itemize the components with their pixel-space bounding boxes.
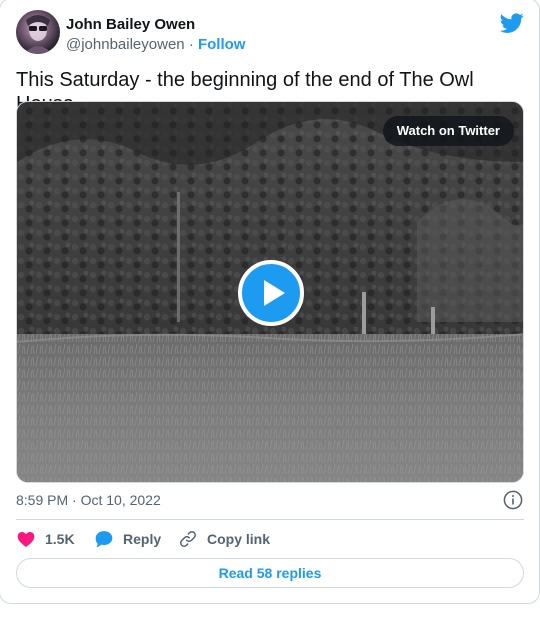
- author-handle[interactable]: @johnbaileyowen: [66, 36, 185, 53]
- link-icon: [180, 531, 196, 547]
- video-player[interactable]: Watch on Twitter: [16, 101, 524, 483]
- reply-button[interactable]: Reply: [94, 527, 161, 551]
- tweet-card: John Bailey Owen @johnbaileyowen · Follo…: [0, 0, 540, 604]
- tweet-timestamp[interactable]: 8:59 PM · Oct 10, 2022: [16, 492, 161, 508]
- divider: [16, 519, 524, 520]
- handle-separator: ·: [188, 36, 194, 53]
- info-icon[interactable]: [503, 490, 523, 510]
- watch-on-twitter-button[interactable]: Watch on Twitter: [382, 116, 514, 146]
- read-replies-button[interactable]: Read 58 replies: [16, 558, 524, 588]
- play-icon[interactable]: [238, 260, 304, 326]
- author-handle-line: @johnbaileyowen · Follow: [66, 36, 245, 53]
- like-button[interactable]: 1.5K: [16, 527, 75, 551]
- reply-bubble-icon: [95, 531, 113, 548]
- heart-icon: [17, 532, 35, 547]
- follow-link[interactable]: Follow: [198, 36, 246, 53]
- reply-label: Reply: [123, 531, 162, 547]
- twitter-bird-icon[interactable]: [500, 11, 524, 35]
- copy-link-button[interactable]: Copy link: [178, 527, 270, 551]
- like-count: 1.5K: [45, 531, 75, 547]
- copy-link-label: Copy link: [207, 531, 271, 547]
- author-display-name[interactable]: John Bailey Owen: [66, 16, 195, 33]
- avatar[interactable]: [16, 10, 60, 54]
